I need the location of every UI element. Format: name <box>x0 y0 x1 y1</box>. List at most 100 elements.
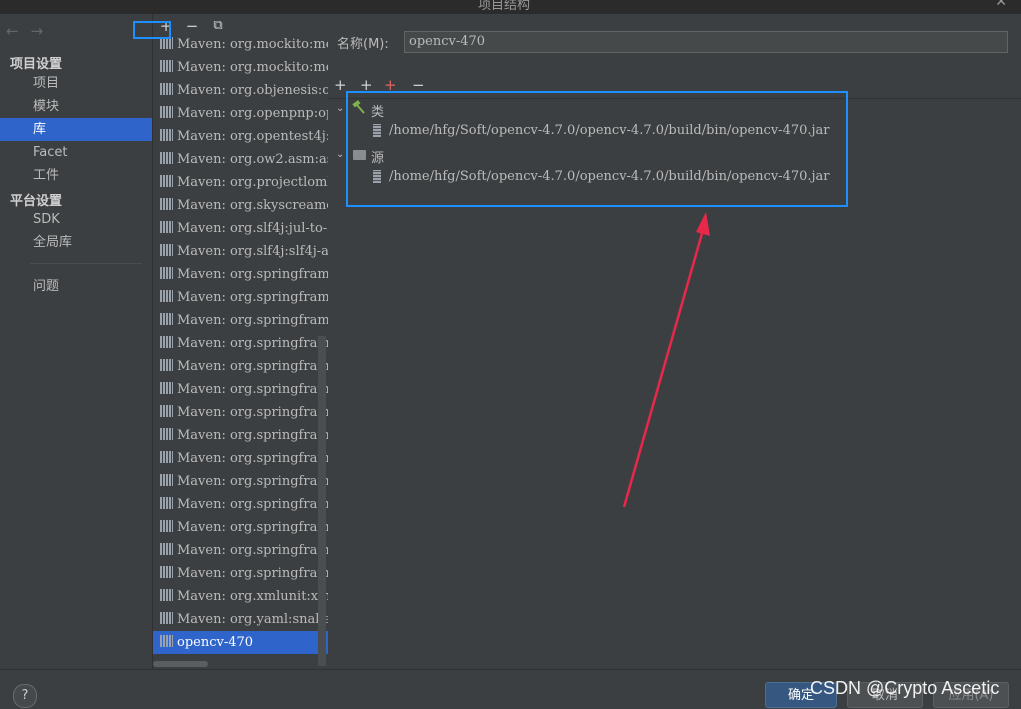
library-icon <box>160 244 173 256</box>
library-icon <box>160 497 173 509</box>
nav-item-project[interactable]: 项目 <box>0 72 152 95</box>
library-icon <box>160 359 173 371</box>
add-button-highlight <box>133 21 171 39</box>
csdn-watermark: CSDN @Crypto Ascetic <box>810 678 1000 698</box>
library-name: Maven: org.springframe <box>177 267 328 282</box>
library-row[interactable]: Maven: org.springframe <box>153 401 328 424</box>
library-row[interactable]: Maven: org.slf4j:jul-to-s <box>153 217 328 240</box>
nav-item-problems[interactable]: 问题 <box>0 275 152 298</box>
library-icon <box>160 520 173 532</box>
library-name: Maven: org.slf4j:slf4j-ap <box>177 244 328 259</box>
library-name: Maven: org.projectloml <box>177 175 328 190</box>
library-icon <box>160 451 173 463</box>
nav-item-facets[interactable]: Facet <box>0 141 152 164</box>
library-row[interactable]: Maven: org.springframe <box>153 286 328 309</box>
library-name: Maven: org.springframe <box>177 428 328 443</box>
library-name: Maven: org.springframe <box>177 543 328 558</box>
library-name: Maven: org.springframe <box>177 520 328 535</box>
library-row[interactable]: Maven: org.yaml:snake <box>153 608 328 631</box>
close-icon[interactable]: ✕ <box>995 0 1007 10</box>
library-icon <box>160 474 173 486</box>
nav-item-modules[interactable]: 模块 <box>0 95 152 118</box>
library-name: Maven: org.mockito:mo <box>177 60 328 75</box>
library-row[interactable]: Maven: org.springframe <box>153 516 328 539</box>
library-name: Maven: org.skyscreame <box>177 198 328 213</box>
nav-item-global-libraries[interactable]: 全局库 <box>0 231 152 254</box>
library-icon <box>160 405 173 417</box>
library-name: Maven: org.opentest4j:o <box>177 129 328 144</box>
library-icon <box>160 60 173 72</box>
project-settings-header: 项目设置 <box>10 57 63 72</box>
remove-library-icon[interactable]: − <box>184 18 200 34</box>
roots-highlight-box <box>346 91 848 207</box>
library-row[interactable]: Maven: org.opentest4j:o <box>153 125 328 148</box>
library-row[interactable]: Maven: org.ow2.asm:as <box>153 148 328 171</box>
library-icon <box>160 589 173 601</box>
nav-divider <box>30 263 142 264</box>
nav-item-artifacts[interactable]: 工件 <box>0 164 152 187</box>
copy-library-icon[interactable]: ⧉ <box>210 18 226 34</box>
back-icon[interactable]: ← <box>6 22 19 40</box>
library-details: 名称(M): opencv-470 + + + − ⌄ 类 /home/hfg/… <box>328 14 1021 669</box>
library-icon <box>160 336 173 348</box>
library-row[interactable]: Maven: org.springframe <box>153 470 328 493</box>
library-icon <box>160 198 173 210</box>
library-row[interactable]: Maven: org.skyscreame <box>153 194 328 217</box>
library-row[interactable]: Maven: org.springframe <box>153 378 328 401</box>
library-name: Maven: org.springframe <box>177 382 328 397</box>
library-name-input[interactable]: opencv-470 <box>404 31 1008 53</box>
name-label: 名称(M): <box>337 37 389 52</box>
platform-settings-header: 平台设置 <box>10 194 63 209</box>
library-name: Maven: org.springframe <box>177 451 328 466</box>
library-name: Maven: org.yaml:snake <box>177 612 328 627</box>
library-row[interactable]: Maven: org.objenesis:ol <box>153 79 328 102</box>
window-title: 项目结构 <box>478 0 531 13</box>
library-icon <box>160 635 173 647</box>
library-icon <box>160 267 173 279</box>
library-row[interactable]: Maven: org.springframe <box>153 309 328 332</box>
library-name: Maven: org.xmlunit:xm <box>177 589 328 604</box>
library-vertical-scrollbar[interactable] <box>318 336 326 666</box>
library-icon <box>160 175 173 187</box>
library-name: Maven: org.slf4j:jul-to-s <box>177 221 328 236</box>
library-row[interactable]: Maven: org.springframe <box>153 493 328 516</box>
library-icon <box>160 428 173 440</box>
library-name: Maven: org.springframe <box>177 313 328 328</box>
library-row[interactable]: Maven: org.springframe <box>153 424 328 447</box>
library-row[interactable]: Maven: org.springframe <box>153 539 328 562</box>
library-name: Maven: org.objenesis:ol <box>177 83 328 98</box>
library-row[interactable]: Maven: org.springframe <box>153 355 328 378</box>
library-row[interactable]: Maven: org.projectloml <box>153 171 328 194</box>
library-icon <box>160 382 173 394</box>
forward-icon[interactable]: → <box>31 22 44 40</box>
library-name: Maven: org.springframe <box>177 497 328 512</box>
library-icon <box>160 152 173 164</box>
library-icon <box>160 313 173 325</box>
sources-chevron-down-icon[interactable]: ⌄ <box>336 149 344 160</box>
library-icon <box>160 129 173 141</box>
library-row[interactable]: Maven: org.springframe <box>153 263 328 286</box>
add-root-icon[interactable]: + <box>334 76 347 94</box>
library-row[interactable]: Maven: org.openpnp:op <box>153 102 328 125</box>
library-name: Maven: org.openpnp:op <box>177 106 328 121</box>
library-row[interactable]: opencv-470 <box>153 631 328 654</box>
library-icon <box>160 543 173 555</box>
nav-item-sdk[interactable]: SDK <box>0 208 152 231</box>
library-row[interactable]: Maven: org.mockito:mo <box>153 56 328 79</box>
history-arrows: ← → <box>6 22 55 40</box>
library-row[interactable]: Maven: org.xmlunit:xm <box>153 585 328 608</box>
help-button[interactable]: ? <box>13 684 37 708</box>
classes-chevron-down-icon[interactable]: ⌄ <box>336 103 344 114</box>
library-row[interactable]: Maven: org.springframe <box>153 562 328 585</box>
library-row[interactable]: Maven: org.mockito:mo <box>153 33 328 56</box>
library-name: Maven: org.springframe <box>177 290 328 305</box>
library-icon <box>160 83 173 95</box>
library-row[interactable]: Maven: org.springframe <box>153 447 328 470</box>
nav-item-libraries[interactable]: 库 <box>0 118 152 141</box>
library-list: + − ⧉ Maven: org.mockito:mo Maven: org.mo… <box>152 14 329 669</box>
library-name: opencv-470 <box>177 635 254 650</box>
library-row[interactable]: Maven: org.slf4j:slf4j-ap <box>153 240 328 263</box>
library-row[interactable]: Maven: org.springframe <box>153 332 328 355</box>
dialog-footer: ? 确定 取消 应用(A) CSDN @Crypto Ascetic <box>0 669 1021 708</box>
library-horizontal-scrollbar[interactable] <box>153 661 208 667</box>
